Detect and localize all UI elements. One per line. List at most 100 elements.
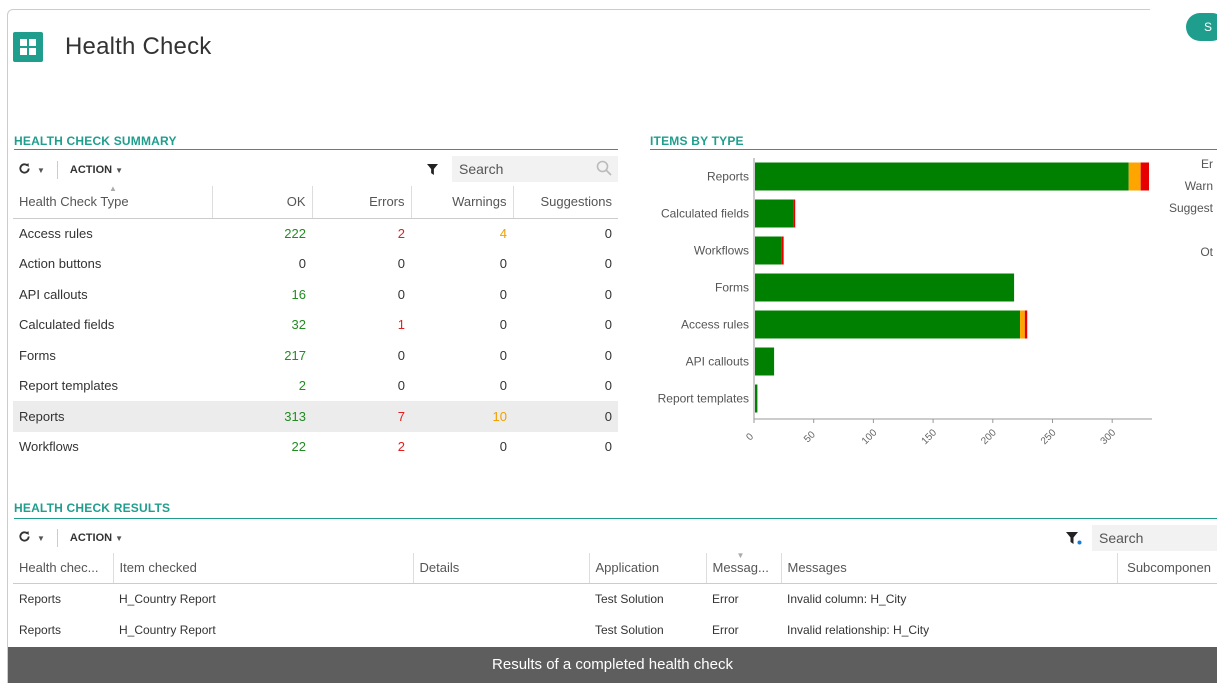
bar-errors[interactable] bbox=[1140, 162, 1150, 191]
items-by-type-chart: Reports Calculated fields Workflows Forms Ac… bbox=[658, 158, 1152, 447]
summary-type-cell: Calculated fields bbox=[19, 317, 115, 333]
grid-icon bbox=[13, 32, 43, 62]
bar-ok[interactable] bbox=[755, 384, 758, 413]
summary-search-input[interactable]: Search bbox=[452, 156, 618, 182]
y-tick-label: API callouts bbox=[686, 355, 749, 369]
summary-row[interactable]: Forms 217 0 0 0 bbox=[13, 340, 618, 371]
summary-row[interactable]: API callouts 16 0 0 0 bbox=[13, 279, 618, 310]
summary-suggestions-cell: 0 bbox=[604, 347, 612, 363]
results-application-cell: Test Solution bbox=[595, 591, 664, 606]
bar-ok[interactable] bbox=[755, 273, 1015, 302]
summary-row[interactable]: Calculated fields 32 1 0 0 bbox=[13, 310, 618, 341]
summary-action-menu[interactable]: ACTION ▼ bbox=[70, 164, 123, 176]
summary-table: ▲ Health Check Type OK Errors Warnings Su… bbox=[13, 184, 618, 463]
column-header-health-check[interactable]: Health chec... bbox=[13, 553, 113, 584]
results-type-cell: Reports bbox=[19, 591, 62, 606]
summary-warnings-cell: 4 bbox=[499, 226, 507, 241]
image-caption: Results of a completed health check bbox=[8, 647, 1217, 683]
summary-row[interactable]: Reports 313 7 10 0 bbox=[13, 401, 618, 432]
column-header-errors[interactable]: Errors bbox=[311, 186, 411, 219]
summary-warnings-cell: 0 bbox=[499, 256, 507, 272]
y-tick-label: Report templates bbox=[658, 392, 749, 406]
y-tick-label: Calculated fields bbox=[661, 207, 749, 221]
results-application-cell: Test Solution bbox=[595, 622, 664, 637]
results-section-title: HEALTH CHECK RESULTS bbox=[14, 501, 171, 515]
summary-errors-cell: 0 bbox=[397, 347, 405, 363]
chevron-down-icon: ▼ bbox=[37, 165, 45, 175]
results-search-input[interactable]: Search bbox=[1092, 525, 1217, 551]
summary-header-row: ▲ Health Check Type OK Errors Warnings Su… bbox=[13, 184, 618, 219]
column-header-ok[interactable]: OK bbox=[211, 186, 312, 219]
column-header-subcomponent[interactable]: Subcomponen bbox=[1116, 553, 1217, 584]
top-right-button[interactable]: S bbox=[1186, 13, 1217, 41]
results-row[interactable]: Reports H_Country Report Test Solution Erro… bbox=[13, 614, 1217, 645]
bar-ok[interactable] bbox=[755, 162, 1129, 191]
summary-type-cell: Access rules bbox=[19, 226, 93, 241]
bar-errors[interactable] bbox=[1024, 310, 1028, 339]
summary-type-cell: Forms bbox=[19, 347, 56, 363]
refresh-icon bbox=[18, 530, 31, 546]
summary-row[interactable]: Access rules 222 2 4 0 bbox=[13, 218, 618, 249]
summary-errors-cell: 0 bbox=[397, 286, 405, 302]
chevron-down-icon: ▼ bbox=[37, 533, 45, 543]
summary-row[interactable]: Workflows 22 2 0 0 bbox=[13, 432, 618, 463]
summary-errors-cell: 0 bbox=[397, 256, 405, 272]
results-type-cell: Reports bbox=[19, 622, 62, 637]
chart-section-title: ITEMS BY TYPE bbox=[650, 134, 744, 148]
summary-warnings-cell: 0 bbox=[499, 378, 507, 394]
summary-type-cell: API callouts bbox=[19, 286, 88, 302]
results-section-rule bbox=[14, 518, 1217, 519]
results-row[interactable]: Reports H_Country Report Test Solution Erro… bbox=[13, 583, 1217, 614]
column-header-application[interactable]: Application bbox=[588, 553, 706, 584]
column-header-suggestions[interactable]: Suggestions bbox=[512, 186, 618, 219]
summary-errors-cell: 1 bbox=[397, 317, 405, 333]
page-title: Health Check bbox=[65, 33, 212, 60]
toolbar-divider bbox=[56, 161, 58, 179]
search-placeholder: Search bbox=[459, 161, 504, 177]
x-tick-label: 300 bbox=[1099, 427, 1119, 447]
search-placeholder: Search bbox=[1099, 530, 1144, 546]
summary-row[interactable]: Action buttons 0 0 0 0 bbox=[13, 249, 618, 280]
bar-ok[interactable] bbox=[755, 310, 1021, 339]
bar-warnings[interactable] bbox=[1020, 310, 1025, 339]
filter-icon[interactable] bbox=[427, 163, 438, 178]
chevron-down-icon: ▼ bbox=[115, 166, 124, 175]
bar-errors[interactable] bbox=[781, 236, 784, 265]
summary-warnings-cell: 0 bbox=[499, 286, 507, 302]
summary-errors-cell: 7 bbox=[312, 401, 411, 432]
filter-active-icon[interactable] bbox=[1066, 532, 1082, 548]
bar-ok[interactable] bbox=[755, 199, 794, 228]
column-header-message-level[interactable]: ▼ Messag... bbox=[705, 551, 781, 584]
toolbar-divider bbox=[56, 529, 58, 547]
results-sub-cell bbox=[1117, 583, 1217, 614]
x-tick-label: 100 bbox=[860, 427, 880, 447]
summary-suggestions-cell: 0 bbox=[604, 439, 612, 455]
column-header-details[interactable]: Details bbox=[412, 553, 589, 584]
bar-ok[interactable] bbox=[755, 236, 782, 265]
column-header-warnings[interactable]: Warnings bbox=[410, 186, 513, 219]
results-sub-cell bbox=[1117, 614, 1217, 645]
results-action-menu[interactable]: ACTION ▼ bbox=[70, 532, 123, 544]
results-message-cell: Invalid column: H_City bbox=[787, 591, 907, 606]
summary-type-cell: Workflows bbox=[19, 439, 79, 455]
column-header-item-checked[interactable]: Item checked bbox=[112, 553, 413, 584]
bar-ok[interactable] bbox=[755, 347, 775, 376]
legend-item: Ot bbox=[1200, 245, 1213, 259]
column-header-messages[interactable]: Messages bbox=[780, 553, 1117, 584]
summary-type-cell: Report templates bbox=[19, 378, 118, 394]
summary-suggestions-cell: 0 bbox=[604, 317, 612, 333]
x-tick-label: 50 bbox=[802, 429, 818, 445]
summary-row[interactable]: Report templates 2 0 0 0 bbox=[13, 371, 618, 402]
bar-errors[interactable] bbox=[793, 199, 796, 228]
summary-ok-cell: 0 bbox=[298, 256, 306, 272]
refresh-icon bbox=[18, 162, 31, 178]
summary-refresh-button[interactable]: ▼ bbox=[18, 162, 45, 178]
sort-ascending-icon: ▲ bbox=[109, 184, 117, 193]
bar-warnings[interactable] bbox=[1128, 162, 1141, 191]
legend-item: Er bbox=[1201, 157, 1213, 171]
summary-errors-cell: 2 bbox=[397, 439, 405, 455]
column-header-type[interactable]: ▲ Health Check Type bbox=[13, 184, 212, 219]
results-refresh-button[interactable]: ▼ bbox=[18, 530, 45, 546]
frame-edge bbox=[1150, 9, 1217, 10]
chevron-down-icon: ▼ bbox=[115, 534, 124, 543]
